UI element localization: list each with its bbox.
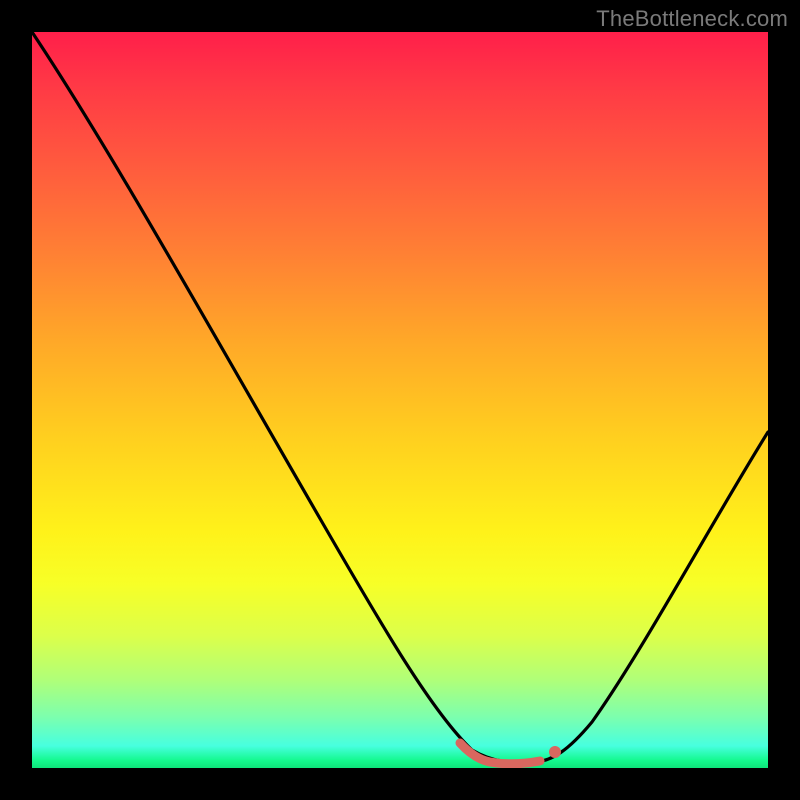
plot-area	[32, 32, 768, 768]
chart-frame: TheBottleneck.com	[0, 0, 800, 800]
optimum-band-dot	[549, 746, 561, 758]
curve-path	[32, 32, 768, 763]
optimum-band-left	[460, 743, 490, 762]
watermark-text: TheBottleneck.com	[596, 6, 788, 32]
bottleneck-curve	[32, 32, 768, 768]
optimum-band-mid	[490, 761, 540, 764]
